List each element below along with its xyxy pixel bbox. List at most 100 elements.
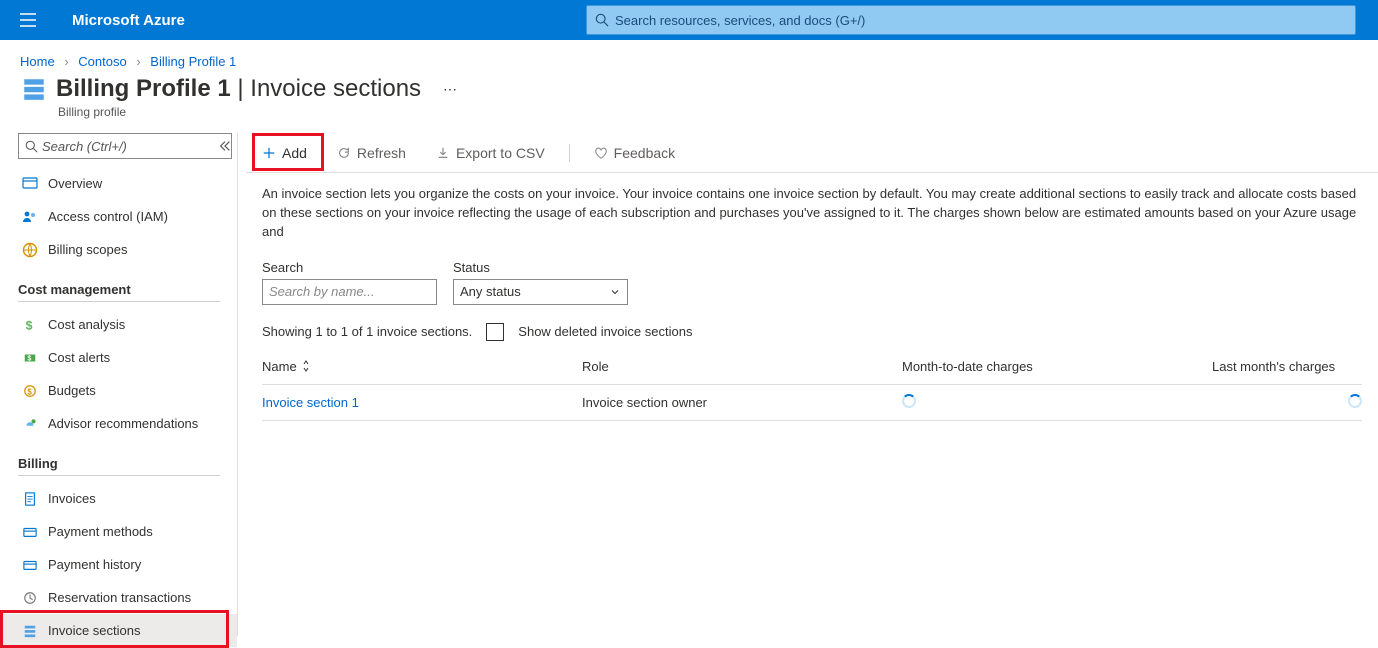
export-csv-button[interactable]: Export to CSV [430, 141, 551, 165]
last-cell [1212, 394, 1362, 411]
breadcrumb-billing-profile[interactable]: Billing Profile 1 [150, 54, 236, 69]
table-row[interactable]: Invoice section 1 Invoice section owner [262, 385, 1362, 421]
advisor-icon [20, 416, 40, 432]
sidebar-item-payment-history[interactable]: Payment history [18, 548, 237, 581]
column-last-charges[interactable]: Last month's charges [1212, 359, 1362, 374]
sidebar-item-advisor[interactable]: Advisor recommendations [18, 407, 237, 440]
search-icon [25, 140, 38, 153]
column-role-label: Role [582, 359, 609, 374]
column-mtd-label: Month-to-date charges [902, 359, 1033, 374]
breadcrumb-home[interactable]: Home [20, 54, 55, 69]
svg-text:$: $ [27, 387, 32, 396]
invoice-section-link[interactable]: Invoice section 1 [262, 395, 582, 410]
sidebar-item-label: Reservation transactions [48, 590, 191, 605]
description-text: An invoice section lets you organize the… [246, 173, 1378, 242]
sidebar-item-label: Billing scopes [48, 242, 128, 257]
menu-toggle[interactable] [12, 13, 44, 27]
page-title-sub: Invoice sections [250, 75, 421, 102]
breadcrumb: Home › Contoso › Billing Profile 1 [0, 40, 1378, 69]
download-icon [436, 146, 450, 160]
sidebar-item-invoice-sections[interactable]: Invoice sections [18, 614, 237, 647]
add-button[interactable]: Add [256, 141, 313, 165]
refresh-button[interactable]: Refresh [331, 141, 412, 165]
sidebar-item-label: Payment history [48, 557, 141, 572]
search-icon [595, 13, 609, 27]
dollar-icon: $ [20, 317, 40, 333]
status-filter-select[interactable]: Any status [453, 279, 628, 305]
sidebar-item-label: Cost analysis [48, 317, 125, 332]
card-icon [20, 557, 40, 573]
more-button[interactable]: ⋯ [443, 81, 457, 98]
search-filter[interactable] [262, 279, 437, 305]
sidebar-item-cost-analysis[interactable]: $ Cost analysis [18, 308, 237, 341]
column-name[interactable]: Name [262, 359, 582, 374]
sidebar-section-billing: Billing [18, 456, 237, 471]
sidebar-item-access-control[interactable]: Access control (IAM) [18, 200, 237, 233]
svg-text:$: $ [27, 355, 31, 362]
plus-icon [262, 146, 276, 160]
sidebar-item-cost-alerts[interactable]: $ Cost alerts [18, 341, 237, 374]
status-filter-value: Any status [460, 284, 521, 299]
sidebar-search-input[interactable] [42, 139, 225, 154]
page-title-sep: | [231, 75, 251, 102]
mtd-cell [902, 394, 1212, 411]
chevron-right-icon: › [64, 54, 68, 69]
status-filter-label: Status [453, 260, 628, 275]
breadcrumb-contoso[interactable]: Contoso [78, 54, 126, 69]
people-icon [20, 209, 40, 225]
loading-spinner-icon [1348, 394, 1362, 408]
invoice-icon [20, 491, 40, 507]
page-title: Billing Profile 1 | Invoice sections [56, 75, 421, 103]
column-mtd-charges[interactable]: Month-to-date charges [902, 359, 1212, 374]
sidebar-item-label: Invoices [48, 491, 96, 506]
chevron-right-icon: › [136, 54, 140, 69]
globe-icon [20, 242, 40, 258]
divider [18, 475, 220, 476]
results-summary: Showing 1 to 1 of 1 invoice sections. [262, 324, 472, 339]
svg-text:$: $ [26, 318, 33, 332]
clock-icon [20, 590, 40, 606]
brand-label: Microsoft Azure [72, 12, 185, 29]
sidebar-item-label: Overview [48, 176, 102, 191]
add-label: Add [282, 145, 307, 161]
show-deleted-checkbox[interactable] [486, 323, 504, 341]
sidebar-search[interactable] [18, 133, 232, 159]
sidebar-item-label: Invoice sections [48, 623, 141, 638]
sidebar-item-label: Cost alerts [48, 350, 110, 365]
sidebar-item-label: Payment methods [48, 524, 153, 539]
export-label: Export to CSV [456, 145, 545, 161]
refresh-icon [337, 146, 351, 160]
column-role[interactable]: Role [582, 359, 902, 374]
feedback-button[interactable]: Feedback [588, 141, 681, 165]
search-filter-input[interactable] [269, 284, 430, 299]
heart-icon [594, 146, 608, 160]
sidebar-item-billing-scopes[interactable]: Billing scopes [18, 233, 237, 266]
divider [18, 301, 220, 302]
sections-icon [20, 623, 40, 639]
collapse-sidebar-button[interactable] [218, 139, 232, 153]
column-last-label: Last month's charges [1212, 359, 1335, 374]
sidebar-item-label: Advisor recommendations [48, 416, 198, 431]
feedback-label: Feedback [614, 145, 675, 161]
sidebar-item-budgets[interactable]: $ Budgets [18, 374, 237, 407]
table-header: Name Role Month-to-date charges Last mon… [262, 349, 1362, 385]
sidebar-item-label: Access control (IAM) [48, 209, 168, 224]
chevron-down-icon [609, 286, 621, 298]
global-search-input[interactable] [615, 13, 1347, 28]
role-cell: Invoice section owner [582, 395, 902, 410]
global-search[interactable] [586, 5, 1356, 35]
sidebar-item-payment-methods[interactable]: Payment methods [18, 515, 237, 548]
card-icon [20, 524, 40, 540]
divider [569, 144, 570, 162]
sidebar-section-cost: Cost management [18, 282, 237, 297]
alert-icon: $ [20, 350, 40, 366]
show-deleted-label: Show deleted invoice sections [518, 324, 692, 339]
sidebar-item-invoices[interactable]: Invoices [18, 482, 237, 515]
sidebar-item-reservation-transactions[interactable]: Reservation transactions [18, 581, 237, 614]
chevron-left-double-icon [218, 139, 232, 153]
refresh-label: Refresh [357, 145, 406, 161]
column-name-label: Name [262, 359, 297, 374]
invoice-sections-icon [20, 75, 48, 103]
loading-spinner-icon [902, 394, 916, 408]
sidebar-item-overview[interactable]: Overview [18, 167, 237, 200]
